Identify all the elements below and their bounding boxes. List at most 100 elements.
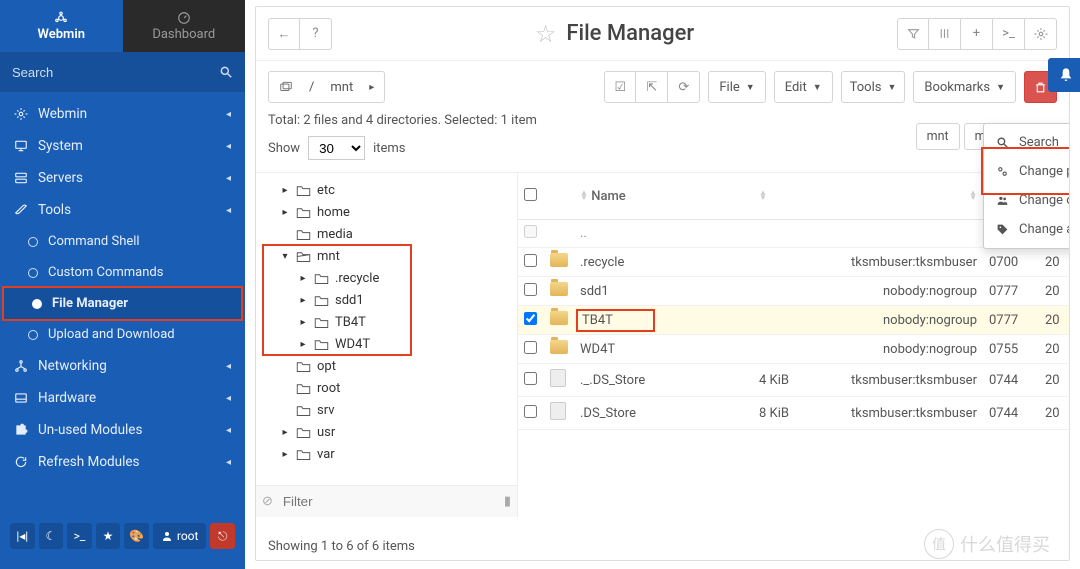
- tree-arrow-icon[interactable]: ▸: [298, 317, 308, 328]
- breadcrumb-root-icon[interactable]: [273, 76, 299, 98]
- tree-item-root[interactable]: root: [258, 377, 515, 399]
- tree-arrow-icon[interactable]: ▸: [298, 295, 308, 306]
- select-all-button[interactable]: ☑: [604, 71, 636, 103]
- sidebar-item-webmin[interactable]: Webmin◂: [0, 98, 245, 130]
- filter-button[interactable]: [897, 18, 929, 50]
- tree-filter-close-icon[interactable]: ⊘: [262, 494, 273, 509]
- sidebar-subitem-file-manager[interactable]: File Manager: [2, 286, 243, 321]
- breadcrumb-root[interactable]: /: [303, 76, 320, 99]
- tree-item-home[interactable]: ▸home: [258, 201, 515, 223]
- file-menu[interactable]: File▼: [708, 71, 765, 103]
- footer-user-button[interactable]: root: [153, 523, 207, 549]
- footer-expand-button[interactable]: |◂|: [10, 523, 35, 549]
- tree-item-.recycle[interactable]: ▸.recycle: [258, 267, 515, 289]
- cell-size: [753, 277, 823, 306]
- table-row[interactable]: ._.DS_Store4 KiBtksmbuser:tksmbuser07442…: [518, 364, 1069, 397]
- tree-arrow-icon[interactable]: ▸: [298, 273, 308, 284]
- tree-item-var[interactable]: ▸var: [258, 443, 515, 465]
- table-row[interactable]: TB4Tnobody:nogroup077720: [518, 306, 1069, 335]
- sidebar-item-servers[interactable]: Servers◂: [0, 162, 245, 194]
- refresh-button[interactable]: ⟳: [668, 71, 700, 103]
- invert-select-button[interactable]: ⇱: [636, 71, 668, 103]
- sidebar-item-refresh-modules[interactable]: Refresh Modules◂: [0, 446, 245, 478]
- new-button[interactable]: +: [961, 18, 993, 50]
- tree-item-srv[interactable]: srv: [258, 399, 515, 421]
- row-checkbox[interactable]: [524, 312, 537, 325]
- footer-palette-button[interactable]: 🎨: [124, 523, 149, 549]
- footer-logout-button[interactable]: ⎋: [210, 523, 235, 549]
- tree-item-opt[interactable]: opt: [258, 355, 515, 377]
- sidebar-item-system[interactable]: System◂: [0, 130, 245, 162]
- folder-icon: [296, 382, 311, 395]
- sidebar-subitem-command-shell[interactable]: Command Shell: [0, 226, 245, 257]
- hdd-icon: [14, 391, 28, 405]
- tree-filter-folder-icon[interactable]: ▮: [504, 494, 511, 509]
- watermark-text: 什么值得买: [960, 531, 1050, 557]
- tools-ownership[interactable]: Change ownership: [984, 186, 1070, 215]
- back-button[interactable]: ←: [268, 18, 300, 50]
- table-row[interactable]: WD4Tnobody:nogroup075520: [518, 335, 1069, 364]
- breadcrumb-current[interactable]: mnt: [324, 76, 359, 99]
- tree-arrow-icon[interactable]: ▾: [280, 251, 290, 262]
- row-checkbox[interactable]: [524, 405, 537, 418]
- footer-status: Showing 1 to 6 of 6 items: [268, 539, 415, 554]
- folder-tree[interactable]: ▸etc▸homemedia▾mnt▸.recycle▸sdd1▸TB4T▸WD…: [256, 173, 517, 483]
- tools-search[interactable]: Search: [984, 128, 1070, 157]
- row-checkbox[interactable]: [524, 225, 537, 238]
- tree-arrow-icon[interactable]: ▸: [280, 427, 290, 438]
- table-row[interactable]: sdd1nobody:nogroup077720: [518, 277, 1069, 306]
- table-row[interactable]: .recycletksmbuser:tksmbuser070020: [518, 248, 1069, 277]
- cell-owner: nobody:nogroup: [823, 306, 983, 335]
- tree-arrow-icon[interactable]: ▸: [280, 207, 290, 218]
- sidebar-item-un-used-modules[interactable]: Un-used Modules◂: [0, 414, 245, 446]
- edit-menu[interactable]: Edit▼: [774, 71, 833, 103]
- footer-star-button[interactable]: ★: [96, 523, 121, 549]
- row-checkbox[interactable]: [524, 341, 537, 354]
- breadcrumb[interactable]: / mnt ▸: [268, 71, 385, 103]
- sidebar-item-networking[interactable]: Networking◂: [0, 350, 245, 382]
- tree-filter-input[interactable]: [279, 490, 498, 513]
- settings-button[interactable]: [1025, 18, 1057, 50]
- bookmarks-menu[interactable]: Bookmarks▼: [913, 71, 1016, 103]
- tree-item-media[interactable]: media: [258, 223, 515, 245]
- tree-item-WD4T[interactable]: ▸WD4T: [258, 333, 515, 355]
- footer-terminal-button[interactable]: >_: [67, 523, 92, 549]
- sidebar-item-tools[interactable]: Tools▾: [0, 194, 245, 226]
- tools-permissions[interactable]: Change permissions: [984, 157, 1070, 186]
- tree-arrow-icon[interactable]: ▸: [280, 449, 290, 460]
- notifications-tab[interactable]: [1048, 58, 1080, 92]
- columns-button[interactable]: [929, 18, 961, 50]
- bookmark-0[interactable]: mnt: [916, 123, 960, 150]
- footer-night-button[interactable]: ☾: [39, 523, 64, 549]
- show-count-select[interactable]: 30: [308, 136, 365, 160]
- tab-dashboard[interactable]: Dashboard: [123, 0, 246, 52]
- tab-webmin[interactable]: Webmin: [0, 0, 123, 52]
- row-checkbox[interactable]: [524, 372, 537, 385]
- tree-item-usr[interactable]: ▸usr: [258, 421, 515, 443]
- tree-item-mnt[interactable]: ▾mnt: [258, 245, 515, 267]
- row-checkbox[interactable]: [524, 254, 537, 267]
- col-name[interactable]: Name: [591, 189, 626, 204]
- select-all-checkbox[interactable]: [524, 188, 537, 201]
- watermark: 值 什么值得买: [924, 529, 1050, 559]
- help-button[interactable]: ?: [300, 18, 332, 50]
- sidebar-search[interactable]: [0, 52, 245, 92]
- tree-item-etc[interactable]: ▸etc: [258, 179, 515, 201]
- row-checkbox[interactable]: [524, 283, 537, 296]
- cell-size: 8 KiB: [753, 397, 823, 430]
- tree-arrow-icon[interactable]: ▸: [280, 185, 290, 196]
- watermark-icon: 值: [924, 529, 954, 559]
- tools-attributes[interactable]: Change attributes: [984, 215, 1070, 244]
- sidebar-item-hardware[interactable]: Hardware◂: [0, 382, 245, 414]
- search-input[interactable]: [12, 65, 219, 80]
- search-icon[interactable]: [219, 65, 233, 79]
- table-row[interactable]: .DS_Store8 KiBtksmbuser:tksmbuser074420: [518, 397, 1069, 430]
- sidebar-subitem-custom-commands[interactable]: Custom Commands: [0, 257, 245, 288]
- favorite-star-icon[interactable]: ☆: [535, 20, 557, 48]
- sidebar-subitem-upload-and-download[interactable]: Upload and Download: [0, 319, 245, 350]
- tree-item-TB4T[interactable]: ▸TB4T: [258, 311, 515, 333]
- terminal-button[interactable]: >_: [993, 18, 1025, 50]
- tree-item-sdd1[interactable]: ▸sdd1: [258, 289, 515, 311]
- tools-menu-button[interactable]: Tools▼: [841, 71, 906, 103]
- tree-arrow-icon[interactable]: ▸: [298, 339, 308, 350]
